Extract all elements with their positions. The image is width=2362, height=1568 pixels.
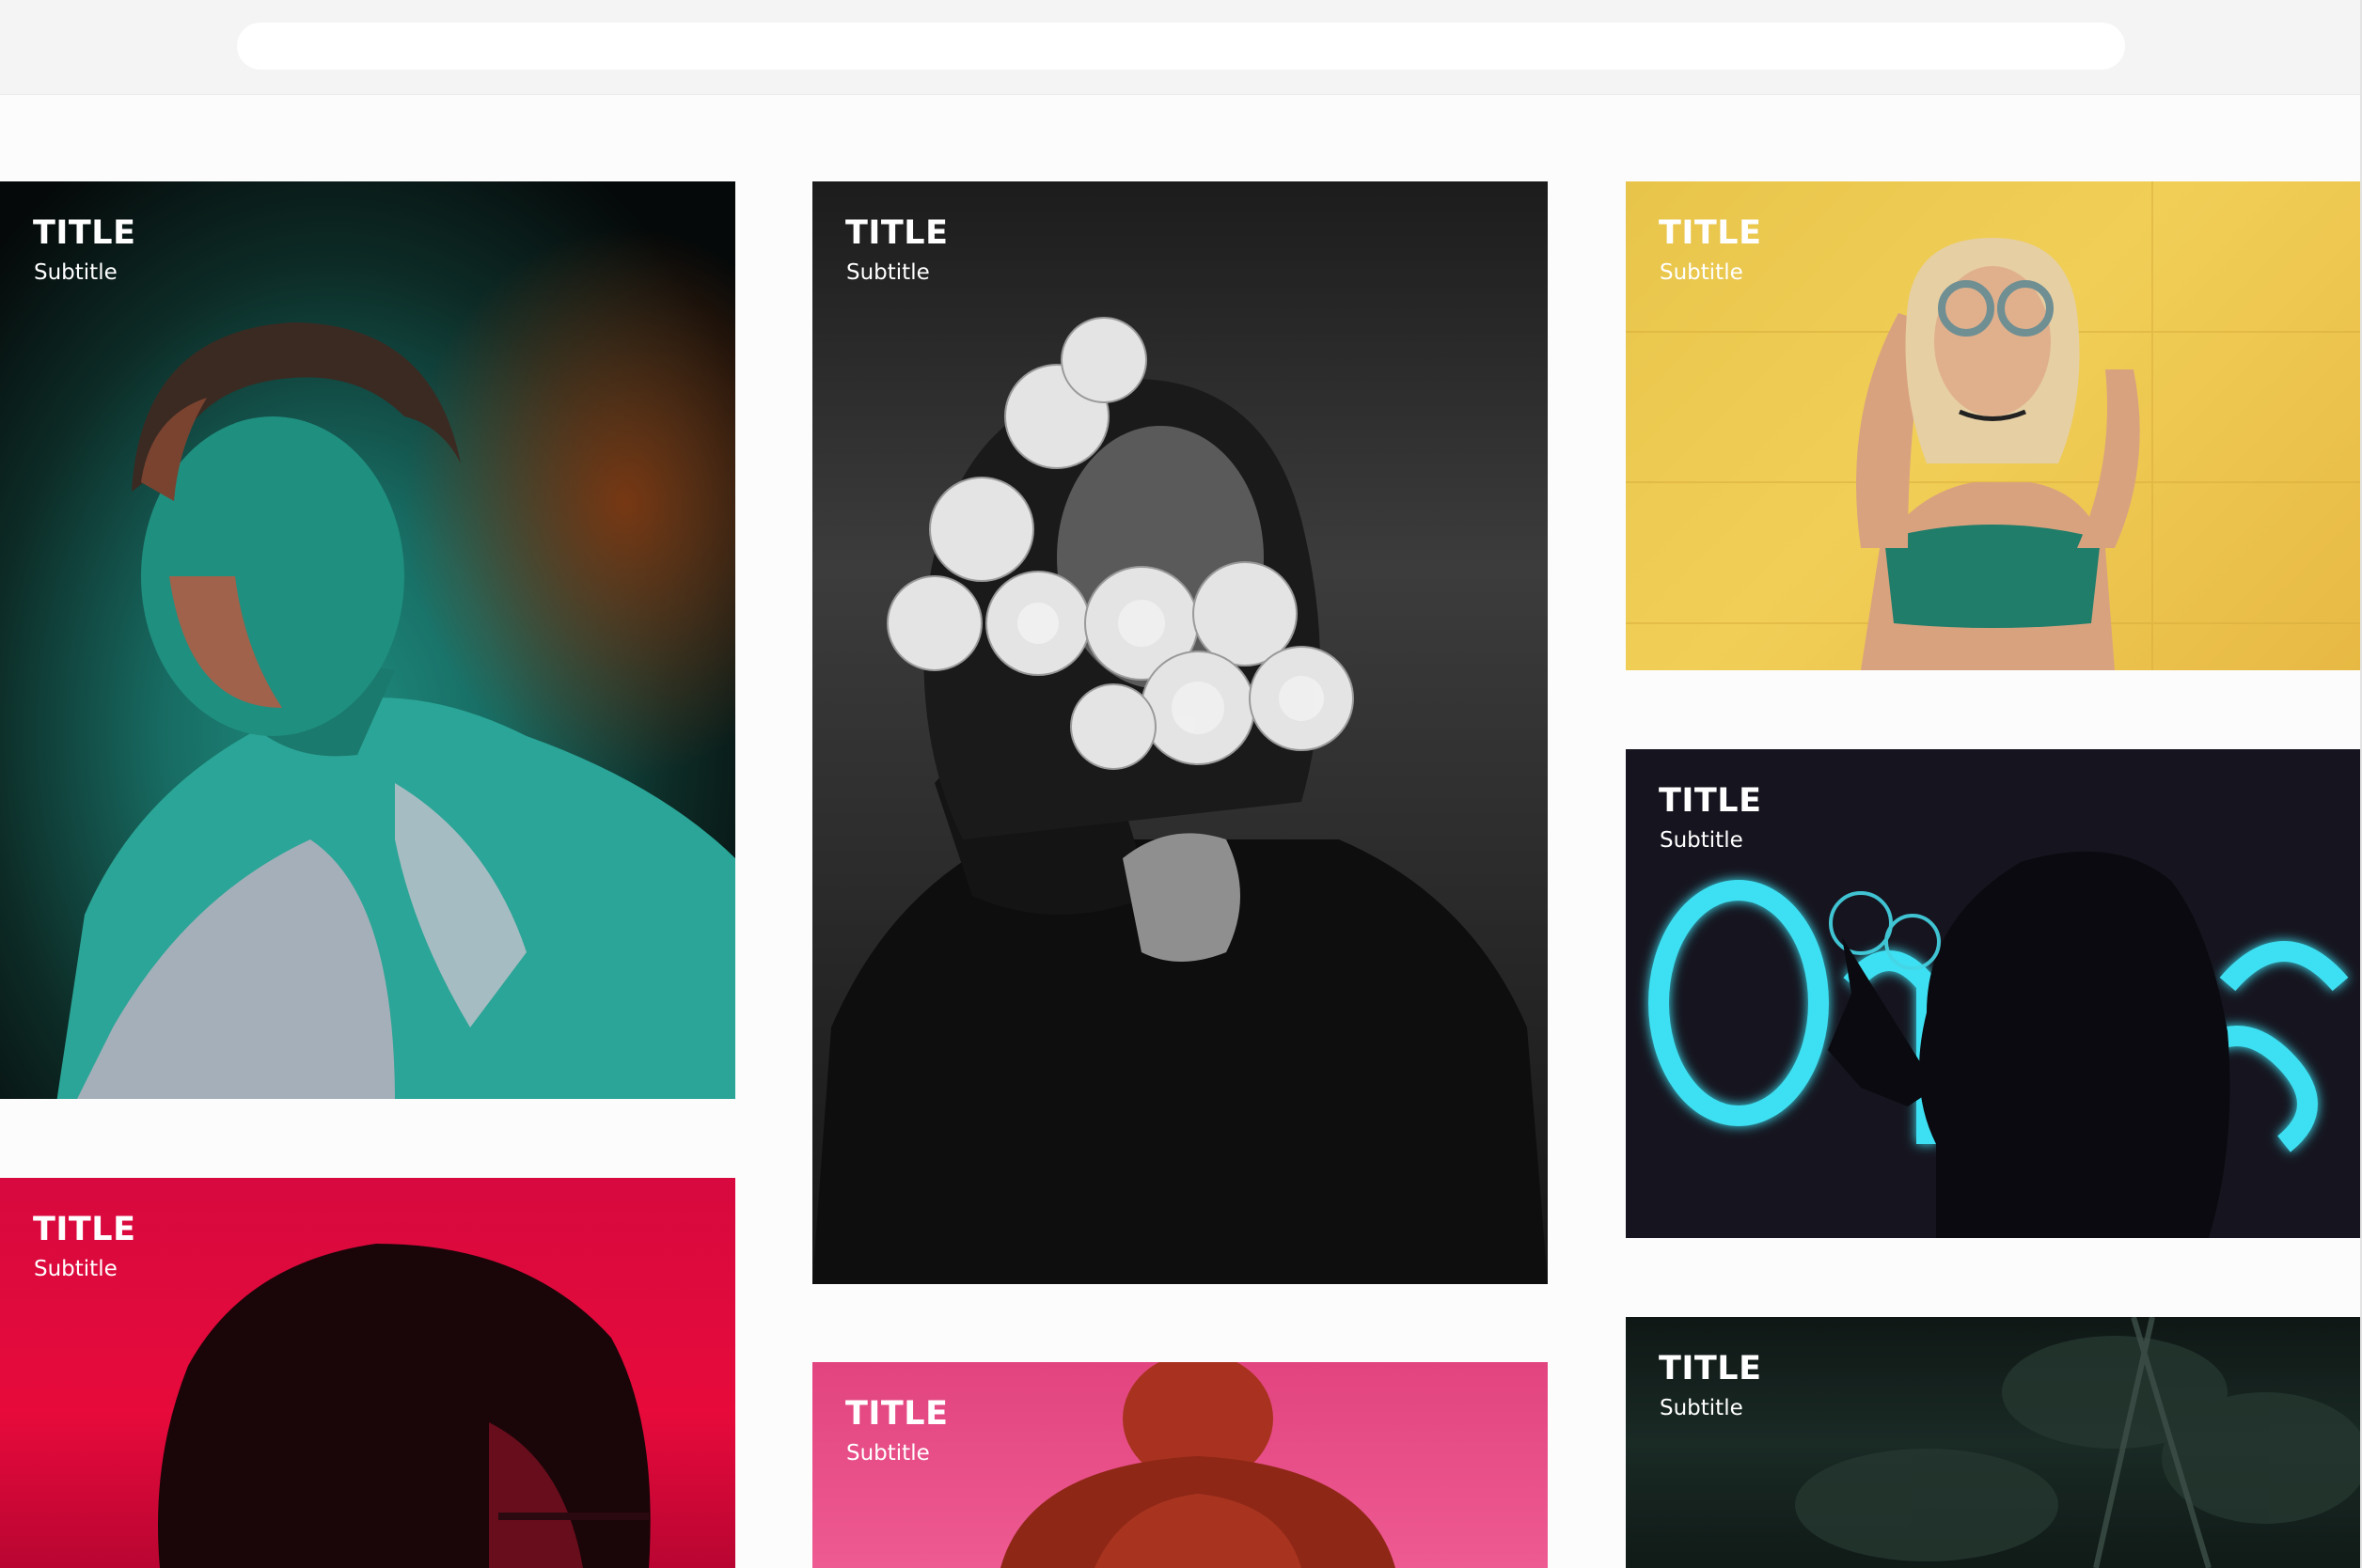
card-title: TITLE	[33, 214, 136, 252]
card-subtitle: Subtitle	[846, 1441, 930, 1466]
woman-with-white-flowers-bw-photo	[812, 181, 1548, 1284]
gallery-card[interactable]: TITLE Subtitle	[812, 1362, 1548, 1568]
gallery-card[interactable]: TITLE Subtitle	[1626, 1317, 2360, 1568]
card-title: TITLE	[33, 1211, 136, 1248]
card-title: TITLE	[1659, 1350, 1762, 1388]
card-title: TITLE	[1659, 782, 1762, 820]
silhouette-neon-sign-photo	[1626, 749, 2360, 1238]
gallery-card[interactable]: TITLE Subtitle	[1626, 749, 2360, 1238]
card-title: TITLE	[845, 214, 949, 252]
young-man-teal-red-light-photo	[0, 181, 735, 1099]
gallery-card[interactable]: TITLE Subtitle	[0, 1178, 735, 1568]
card-subtitle: Subtitle	[1660, 260, 1743, 285]
gallery-card[interactable]: TITLE Subtitle	[1626, 181, 2360, 670]
card-title: TITLE	[845, 1395, 949, 1433]
card-title: TITLE	[1659, 214, 1762, 252]
card-subtitle: Subtitle	[34, 260, 118, 285]
gallery-card[interactable]: TITLE Subtitle	[0, 181, 735, 1099]
card-subtitle: Subtitle	[846, 260, 930, 285]
browser-window: TITLE Subtitle TITLE Subtitle TITLE Subt…	[0, 0, 2362, 1568]
card-subtitle: Subtitle	[1660, 1396, 1743, 1420]
woman-with-glasses-yellow-wall-photo	[1626, 181, 2360, 670]
gallery-card[interactable]: TITLE Subtitle	[812, 181, 1548, 1284]
browser-toolbar	[0, 0, 2360, 95]
card-subtitle: Subtitle	[34, 1257, 118, 1281]
address-bar[interactable]	[237, 23, 2125, 70]
card-subtitle: Subtitle	[1660, 828, 1743, 853]
